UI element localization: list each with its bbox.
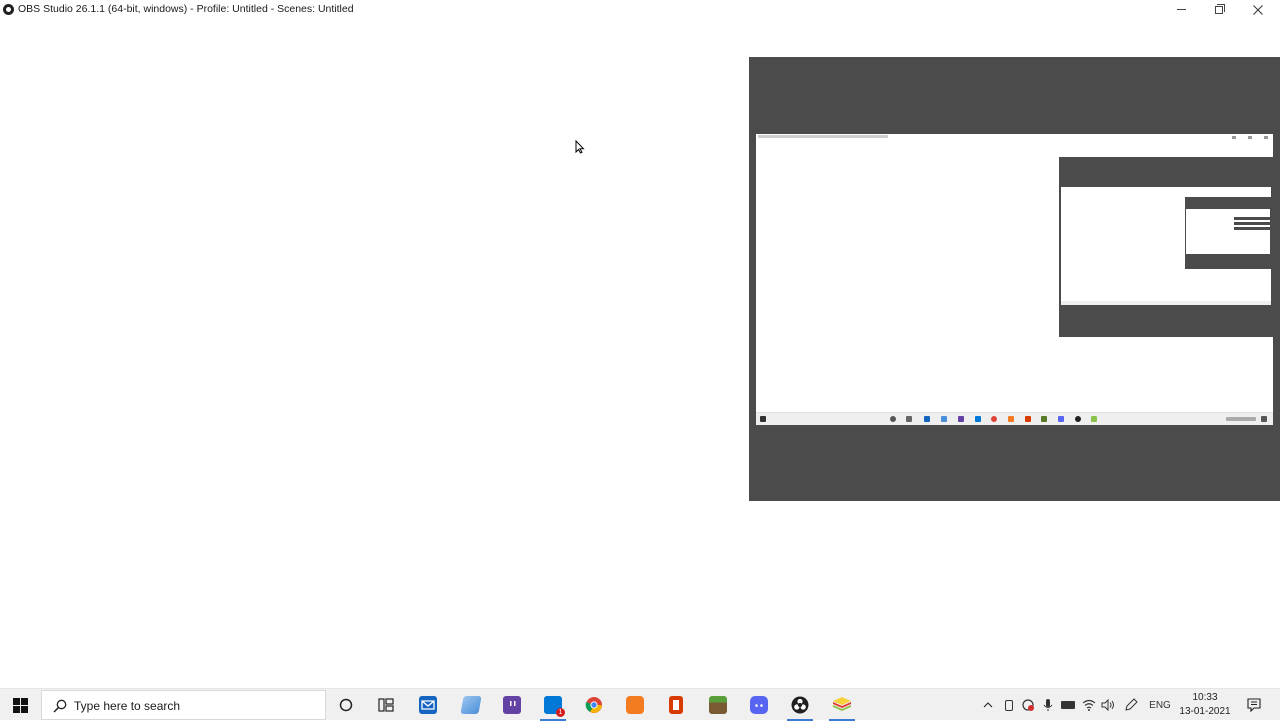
office-icon <box>669 696 683 714</box>
chevron-up-icon <box>983 702 993 708</box>
obs-app-icon <box>3 4 14 15</box>
restore-button[interactable] <box>1199 0 1239 19</box>
tray-antivirus-button[interactable] <box>1020 689 1036 721</box>
close-icon <box>1253 4 1263 15</box>
mail-icon <box>419 696 437 714</box>
obs-icon <box>791 696 809 714</box>
taskbar-app-store[interactable]: 1 <box>534 691 572 721</box>
orange-app-icon <box>626 696 644 714</box>
taskbar-app-chrome[interactable] <box>575 691 613 719</box>
tray-phone-icon-button[interactable] <box>1001 689 1017 721</box>
battery-icon <box>1061 701 1075 709</box>
window-title: OBS Studio 26.1.1 (64-bit, windows) - Pr… <box>18 3 354 15</box>
search-placeholder: Type here to search <box>74 699 181 713</box>
taskbar-app-twitch[interactable] <box>493 691 531 719</box>
preview-display[interactable] <box>749 57 1280 501</box>
taskbar-app-discord[interactable] <box>740 691 778 719</box>
twitch-icon <box>503 696 521 714</box>
preview-captured-screen <box>756 134 1273 425</box>
language-indicator[interactable]: ENG <box>1148 689 1172 721</box>
wifi-icon <box>1082 699 1096 711</box>
windows-taskbar: Type here to search 1 ENG 10:33 13-01-20… <box>0 688 1280 721</box>
circle-icon <box>339 698 353 712</box>
pen-icon <box>1125 698 1138 711</box>
task-view-button[interactable] <box>367 691 405 719</box>
taskbar-app-office[interactable] <box>657 691 695 719</box>
tray-volume-button[interactable] <box>1099 689 1117 721</box>
discord-icon <box>750 696 768 714</box>
action-center-button[interactable] <box>1242 689 1266 721</box>
start-button[interactable] <box>0 689 40 721</box>
store-icon: 1 <box>544 696 565 717</box>
notification-icon <box>1247 698 1261 712</box>
shield-alert-icon <box>1022 699 1034 711</box>
microphone-icon <box>1043 699 1053 711</box>
taskbar-app-mail[interactable] <box>409 691 447 719</box>
tray-pen-button[interactable] <box>1122 689 1140 721</box>
minecraft-icon <box>709 696 727 714</box>
taskbar-app-obs[interactable] <box>781 691 819 721</box>
mouse-cursor-icon <box>575 140 585 154</box>
captured-preview-nested-deep <box>1185 197 1271 269</box>
task-view-icon <box>378 698 394 712</box>
chrome-icon <box>585 697 602 713</box>
captured-preview-nested <box>1059 157 1273 337</box>
search-icon <box>53 699 67 713</box>
clock-date: 13-01-2021 <box>1179 706 1231 717</box>
obs-main-window: OBS Studio 26.1.1 (64-bit, windows) - Pr… <box>0 0 1280 688</box>
taskbar-app-bluestacks[interactable] <box>823 691 861 721</box>
tray-battery-button[interactable] <box>1059 689 1077 721</box>
system-clock[interactable]: 10:33 13-01-2021 <box>1176 691 1234 719</box>
cortana-button[interactable] <box>327 691 365 719</box>
close-button[interactable] <box>1238 0 1278 19</box>
windows-logo-icon <box>12 697 28 713</box>
taskbar-app-orange[interactable] <box>616 691 654 719</box>
tray-wifi-button[interactable] <box>1080 689 1098 721</box>
taskbar-app-file-explorer[interactable] <box>452 691 490 719</box>
captured-title-bar <box>756 134 1273 142</box>
store-badge: 1 <box>556 708 565 717</box>
bluestacks-icon <box>833 697 851 711</box>
clock-time: 10:33 <box>1192 692 1218 703</box>
tray-microphone-button[interactable] <box>1040 689 1056 721</box>
volume-icon <box>1101 699 1114 711</box>
phone-icon <box>1005 699 1013 711</box>
taskbar-app-minecraft[interactable] <box>699 691 737 719</box>
title-bar[interactable]: OBS Studio 26.1.1 (64-bit, windows) - Pr… <box>0 0 1280 19</box>
folder-icon <box>460 696 482 714</box>
minimize-icon <box>1176 9 1186 10</box>
captured-taskbar <box>756 412 1273 425</box>
minimize-button[interactable] <box>1161 0 1201 19</box>
restore-icon <box>1215 3 1225 14</box>
taskbar-search-box[interactable]: Type here to search <box>41 690 326 720</box>
tray-overflow-button[interactable] <box>980 689 996 721</box>
